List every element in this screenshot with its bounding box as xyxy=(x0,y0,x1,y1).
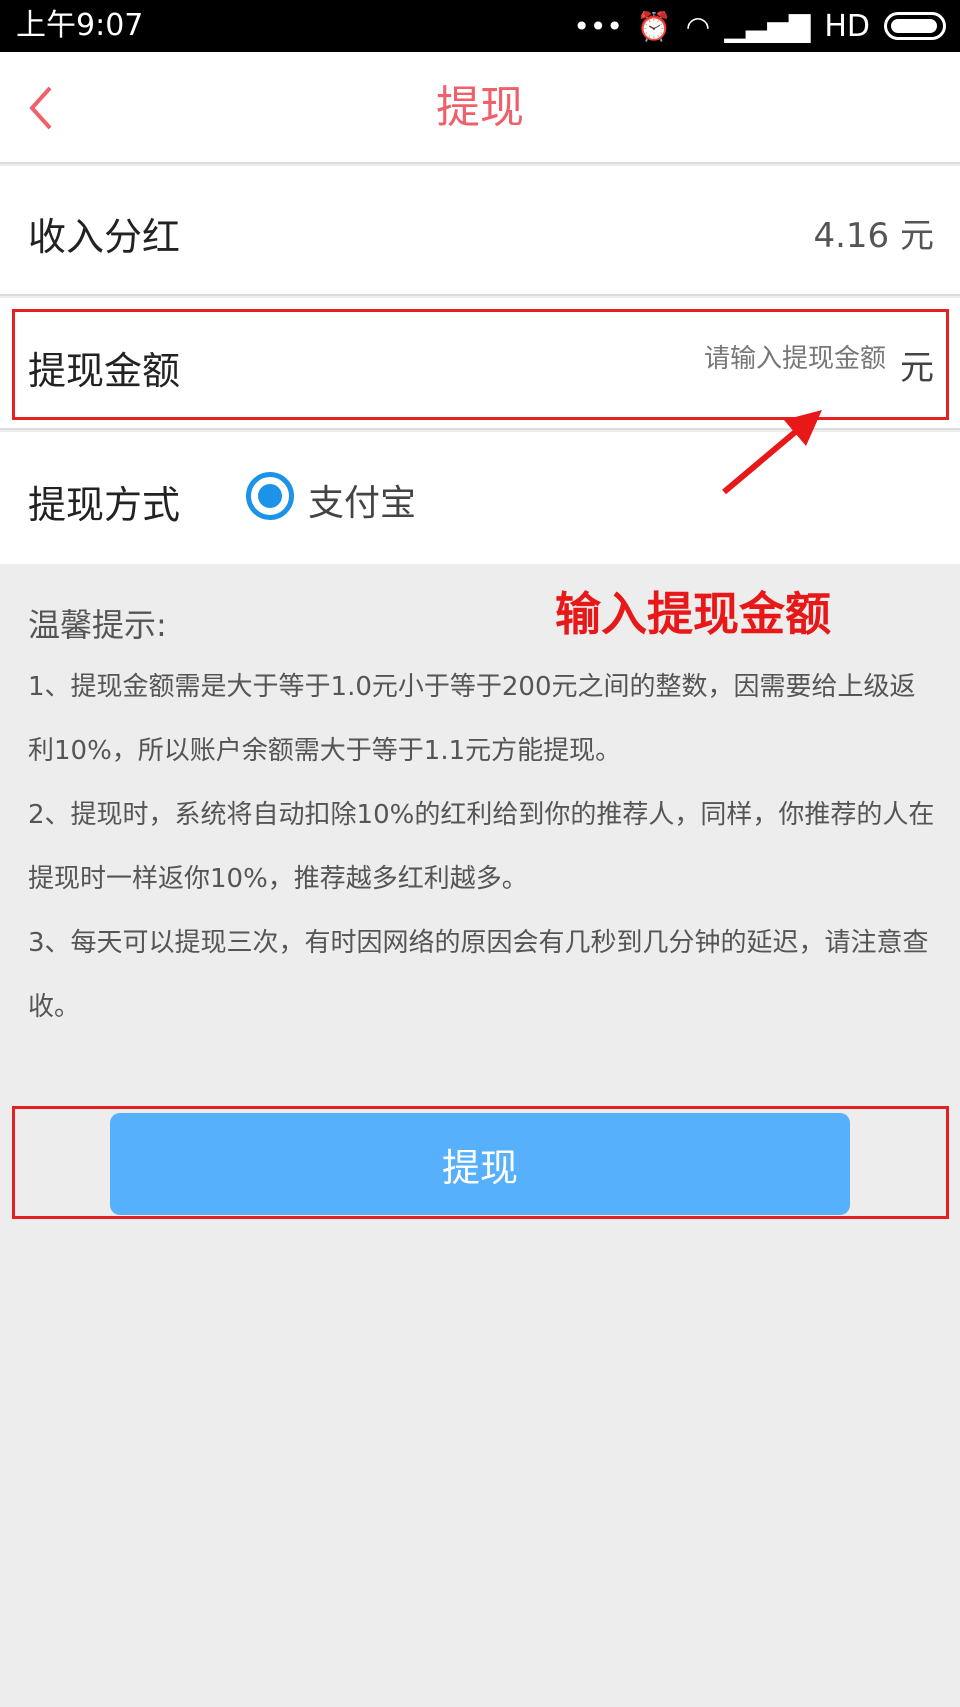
wifi-icon: ◠ xyxy=(685,9,711,43)
network-type: HD xyxy=(824,8,870,44)
signal-icon: ▁▃▅▇ xyxy=(724,9,811,43)
tips-title: 温馨提示: xyxy=(28,606,167,644)
page-title: 提现 xyxy=(436,82,524,133)
top-bar: 提现 xyxy=(0,52,960,164)
battery-icon xyxy=(884,12,946,40)
income-row: 收入分红 4.16 元 xyxy=(0,166,960,296)
more-dots-icon: ••• xyxy=(573,9,623,43)
annotation-highlight-button xyxy=(12,1106,949,1219)
tip-item: 2、提现时，系统将自动扣除10%的红利给到你的推荐人，同样，你推荐的人在提现时一… xyxy=(28,800,935,894)
method-label: 提现方式 xyxy=(28,483,181,527)
income-value: 4.16 元 xyxy=(813,216,934,256)
status-bar: 上午9:07 ••• ⏰ ◠ ▁▃▅▇ HD xyxy=(0,0,960,52)
income-label: 收入分红 xyxy=(28,215,181,259)
tip-item: 3、每天可以提现三次，有时因网络的原因会有几秒到几分钟的延迟，请注意查收。 xyxy=(28,928,929,1022)
status-icons: ••• ⏰ ◠ ▁▃▅▇ HD xyxy=(573,8,946,44)
alipay-radio-label[interactable]: 支付宝 xyxy=(308,474,416,526)
method-row: 提现方式 支付宝 xyxy=(0,432,960,564)
alarm-icon: ⏰ xyxy=(636,9,672,43)
alipay-radio[interactable] xyxy=(246,472,294,520)
status-time: 上午9:07 xyxy=(16,8,144,43)
tips-list: 1、提现金额需是大于等于1.0元小于等于200元之间的整数，因需要给上级返利10… xyxy=(28,655,938,1039)
annotation-label: 输入提现金额 xyxy=(555,587,831,641)
annotation-highlight-amount xyxy=(12,309,949,420)
tip-item: 1、提现金额需是大于等于1.0元小于等于200元之间的整数，因需要给上级返利10… xyxy=(28,672,916,766)
